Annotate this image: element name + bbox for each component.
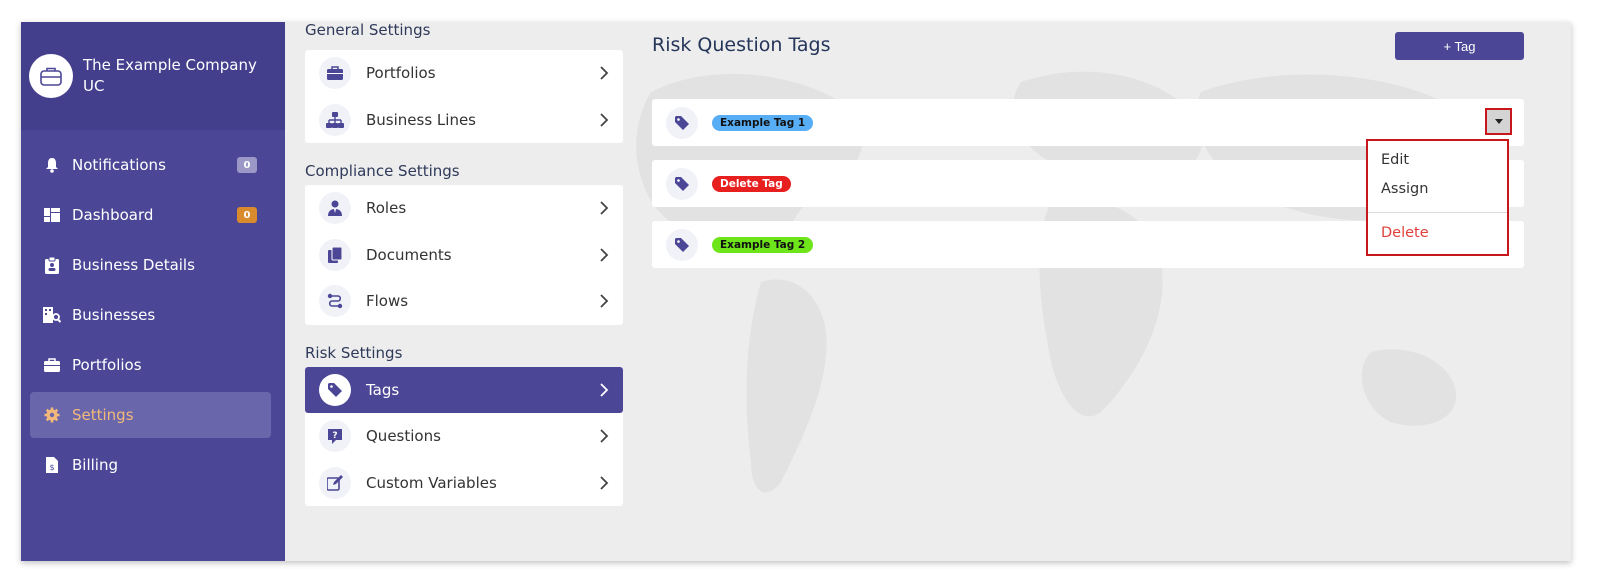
add-tag-button[interactable]: + Tag — [1395, 32, 1524, 60]
gear-icon — [42, 405, 62, 425]
section-title-general: General Settings — [305, 22, 431, 39]
sidebar-nav: Notifications 0 Dashboard 0 Business Det… — [21, 130, 285, 488]
tag-label: Example Tag 1 — [712, 114, 814, 131]
chevron-right-icon — [600, 66, 609, 80]
dashboard-count-badge: 0 — [237, 207, 257, 223]
settings-item-label: Questions — [366, 427, 441, 446]
chevron-right-icon — [600, 382, 609, 397]
settings-item-label: Portfolios — [366, 64, 436, 83]
chevron-right-icon — [600, 201, 609, 215]
settings-item-label: Flows — [366, 292, 409, 311]
tag-icon — [666, 228, 698, 261]
caret-down-icon — [1494, 119, 1503, 124]
dropdown-divider — [1368, 212, 1507, 213]
tag-label: Delete Tag — [712, 175, 791, 192]
section-title-risk: Risk Settings — [305, 343, 403, 362]
dashboard-icon — [42, 205, 62, 225]
sidebar-item-billing[interactable]: $ Billing — [30, 442, 271, 488]
settings-item-label: Custom Variables — [366, 473, 497, 492]
chevron-right-icon — [600, 112, 609, 127]
notifications-count-badge: 0 — [237, 157, 257, 173]
settings-item-label: Tags — [366, 380, 400, 399]
sidebar-item-dashboard[interactable]: Dashboard 0 — [30, 192, 271, 238]
settings-item-documents[interactable]: Documents — [305, 232, 623, 279]
sidebar-item-business-details[interactable]: Business Details — [30, 242, 271, 288]
settings-item-portfolios[interactable]: Portfolios — [305, 50, 623, 97]
user-tie-icon — [319, 192, 351, 225]
sidebar: The Example Company UC Notifications 0 D… — [21, 22, 285, 561]
svg-text:$: $ — [49, 463, 54, 472]
tag-icon — [666, 106, 698, 139]
clipboard-icon — [42, 255, 62, 275]
edit-icon — [319, 466, 351, 499]
tag-label: Example Tag 2 — [712, 236, 814, 253]
sidebar-item-label: Portfolios — [72, 356, 142, 374]
settings-item-custom-variables[interactable]: Custom Variables — [305, 460, 623, 507]
svg-text:?: ? — [332, 431, 337, 441]
chevron-right-icon — [600, 294, 609, 308]
tag-icon — [319, 373, 351, 406]
settings-item-flows[interactable]: Flows — [305, 278, 623, 325]
settings-menu: General Settings Portfolios Business Lin… — [305, 22, 623, 524]
dropdown-item-assign[interactable]: Assign — [1368, 175, 1507, 204]
settings-item-tags[interactable]: Tags — [305, 366, 623, 413]
briefcase-icon — [42, 355, 62, 375]
briefcase-icon — [319, 57, 351, 90]
sitemap-icon — [319, 103, 351, 136]
chevron-right-icon — [600, 475, 609, 490]
sidebar-item-portfolios[interactable]: Portfolios — [30, 342, 271, 388]
sidebar-item-businesses[interactable]: Businesses — [30, 292, 271, 338]
invoice-icon: $ — [42, 455, 62, 475]
bell-icon — [42, 155, 62, 175]
main-content: Risk Question Tags + Tag Example Tag 1 D… — [652, 22, 1524, 561]
sidebar-item-label: Notifications — [72, 156, 166, 174]
settings-item-label: Business Lines — [366, 110, 476, 129]
sidebar-item-label: Dashboard — [72, 206, 154, 224]
chevron-right-icon — [600, 247, 609, 262]
documents-icon — [319, 238, 351, 271]
question-icon: ? — [319, 420, 351, 453]
sidebar-item-label: Business Details — [72, 256, 195, 274]
settings-item-label: Roles — [366, 199, 407, 218]
settings-item-questions[interactable]: ? Questions — [305, 413, 623, 460]
briefcase-icon — [29, 54, 73, 98]
settings-item-roles[interactable]: Roles — [305, 185, 623, 232]
building-search-icon — [42, 305, 62, 325]
tag-icon — [666, 167, 698, 200]
route-icon — [319, 285, 351, 318]
sidebar-item-settings[interactable]: Settings — [30, 392, 271, 438]
sidebar-item-notifications[interactable]: Notifications 0 — [30, 142, 271, 188]
sidebar-item-label: Settings — [72, 406, 134, 424]
section-title-compliance: Compliance Settings — [305, 162, 460, 180]
page-title: Risk Question Tags — [652, 34, 831, 56]
row-actions-dropdown-toggle[interactable] — [1485, 108, 1512, 135]
sidebar-item-label: Businesses — [72, 306, 156, 324]
dropdown-item-delete[interactable]: Delete — [1368, 219, 1507, 248]
row-actions-dropdown-menu: Edit Assign Delete — [1366, 139, 1509, 256]
chevron-right-icon — [600, 429, 609, 443]
app-window: The Example Company UC Notifications 0 D… — [21, 22, 1571, 561]
settings-item-business-lines[interactable]: Business Lines — [305, 97, 623, 144]
settings-item-label: Documents — [366, 245, 452, 264]
compliance-settings-card: Roles Documents Flows — [305, 185, 623, 325]
dropdown-item-edit[interactable]: Edit — [1368, 146, 1507, 175]
sidebar-item-label: Billing — [72, 456, 118, 474]
risk-settings-card: Tags ? Questions Custom Variables — [305, 366, 623, 507]
company-name: The Example Company UC — [83, 56, 257, 95]
general-settings-card: Portfolios Business Lines — [305, 50, 623, 143]
company-header[interactable]: The Example Company UC — [21, 22, 285, 130]
